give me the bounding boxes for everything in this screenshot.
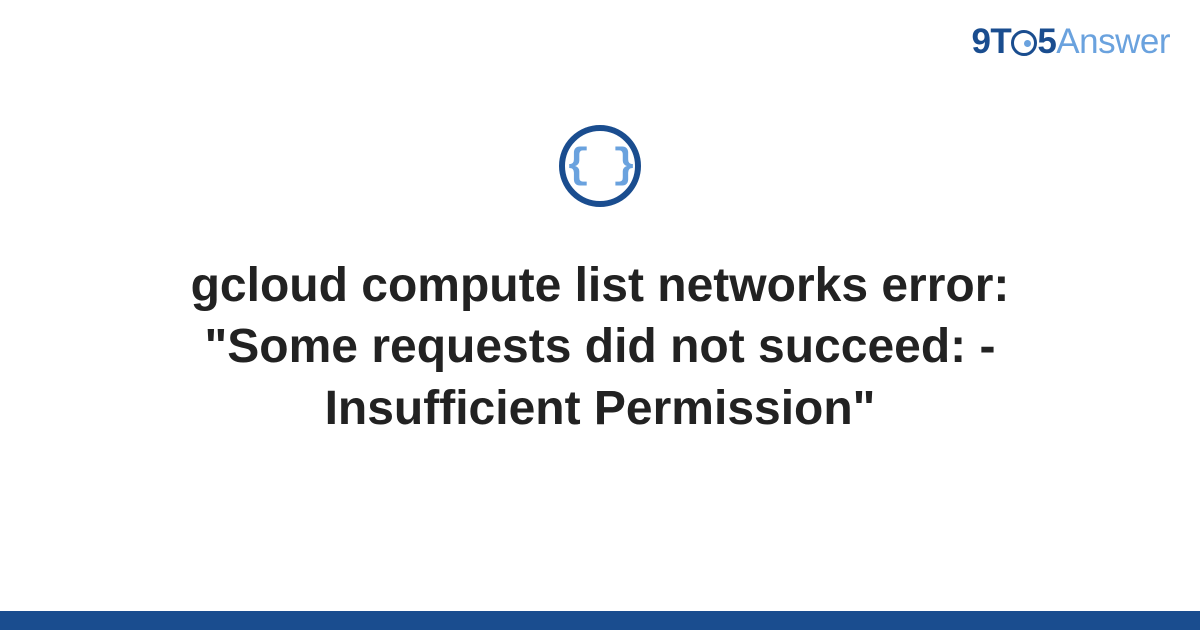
logo-five: 5 <box>1037 22 1056 61</box>
logo-zero-icon <box>1011 22 1037 62</box>
logo-t: T <box>990 22 1011 61</box>
logo-nine: 9 <box>971 22 990 61</box>
logo-answer: Answer <box>1056 22 1170 61</box>
page-title: gcloud compute list networks error: "Som… <box>130 255 1070 439</box>
braces-icon: { } <box>559 125 641 207</box>
footer-bar <box>0 611 1200 630</box>
main-content: { } gcloud compute list networks error: … <box>0 125 1200 439</box>
braces-glyph: { } <box>565 145 635 187</box>
site-logo: 9T5Answer <box>971 22 1170 62</box>
